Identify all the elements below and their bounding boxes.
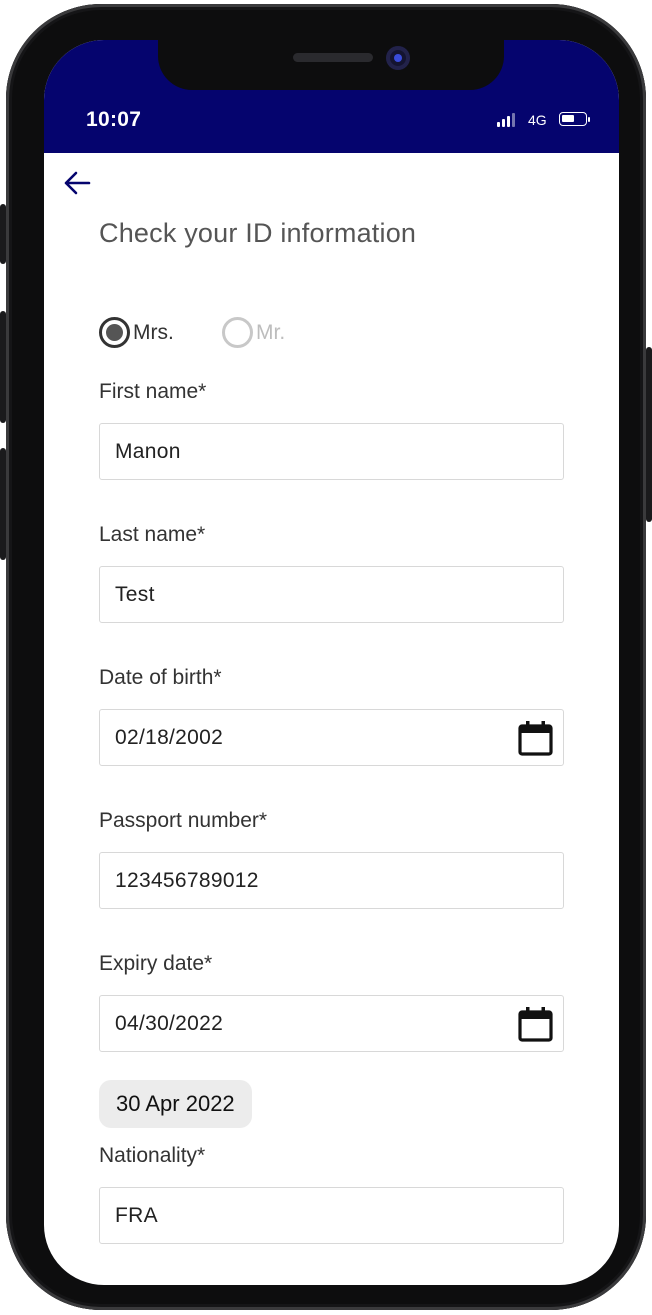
radio-mrs[interactable]: Mrs. <box>99 317 174 348</box>
front-camera <box>386 46 410 70</box>
nationality-label: Nationality* <box>99 1144 206 1167</box>
last-name-field[interactable]: Test <box>99 566 564 623</box>
volume-up-button <box>0 311 6 423</box>
battery-icon <box>559 112 587 126</box>
signal-icon <box>497 113 521 127</box>
calendar-icon[interactable] <box>517 1006 554 1043</box>
radio-unchecked-icon[interactable] <box>222 317 253 348</box>
power-button <box>646 347 652 522</box>
passport-number-value: 123456789012 <box>115 869 259 892</box>
expiry-date-field[interactable]: 04/30/2022 <box>99 995 564 1052</box>
status-bar: 10:07 4G <box>44 40 619 153</box>
screen: 10:07 4G Check your ID information Mrs. … <box>44 40 619 1285</box>
calendar-icon[interactable] <box>517 720 554 757</box>
date-of-birth-label: Date of birth* <box>99 666 222 689</box>
silent-switch <box>0 204 6 264</box>
expiry-date-value: 04/30/2022 <box>115 1012 224 1035</box>
first-name-field[interactable]: Manon <box>99 423 564 480</box>
phone-frame: 10:07 4G Check your ID information Mrs. … <box>0 4 652 1310</box>
notch <box>158 40 504 90</box>
network-type: 4G <box>528 112 547 128</box>
first-name-value: Manon <box>115 440 181 463</box>
speaker-grille <box>293 53 373 62</box>
passport-number-label: Passport number* <box>99 809 268 832</box>
status-time: 10:07 <box>86 108 142 131</box>
date-of-birth-field[interactable]: 02/18/2002 <box>99 709 564 766</box>
battery-tip <box>588 117 590 122</box>
nationality-field[interactable]: FRA <box>99 1187 564 1244</box>
radio-checked-icon[interactable] <box>99 317 130 348</box>
last-name-value: Test <box>115 583 155 606</box>
arrow-left-icon[interactable] <box>62 170 92 196</box>
date-of-birth-value: 02/18/2002 <box>115 726 224 749</box>
volume-down-button <box>0 448 6 560</box>
radio-label-mr: Mr. <box>256 320 286 344</box>
radio-mr[interactable]: Mr. <box>222 317 285 348</box>
nationality-value: FRA <box>115 1204 158 1227</box>
page-title: Check your ID information <box>99 218 417 248</box>
first-name-label: First name* <box>99 380 207 403</box>
last-name-label: Last name* <box>99 523 206 546</box>
passport-number-field[interactable]: 123456789012 <box>99 852 564 909</box>
expiry-date-chip: 30 Apr 2022 <box>99 1080 252 1128</box>
expiry-date-label: Expiry date* <box>99 952 213 975</box>
radio-label-mrs: Mrs. <box>133 320 174 344</box>
